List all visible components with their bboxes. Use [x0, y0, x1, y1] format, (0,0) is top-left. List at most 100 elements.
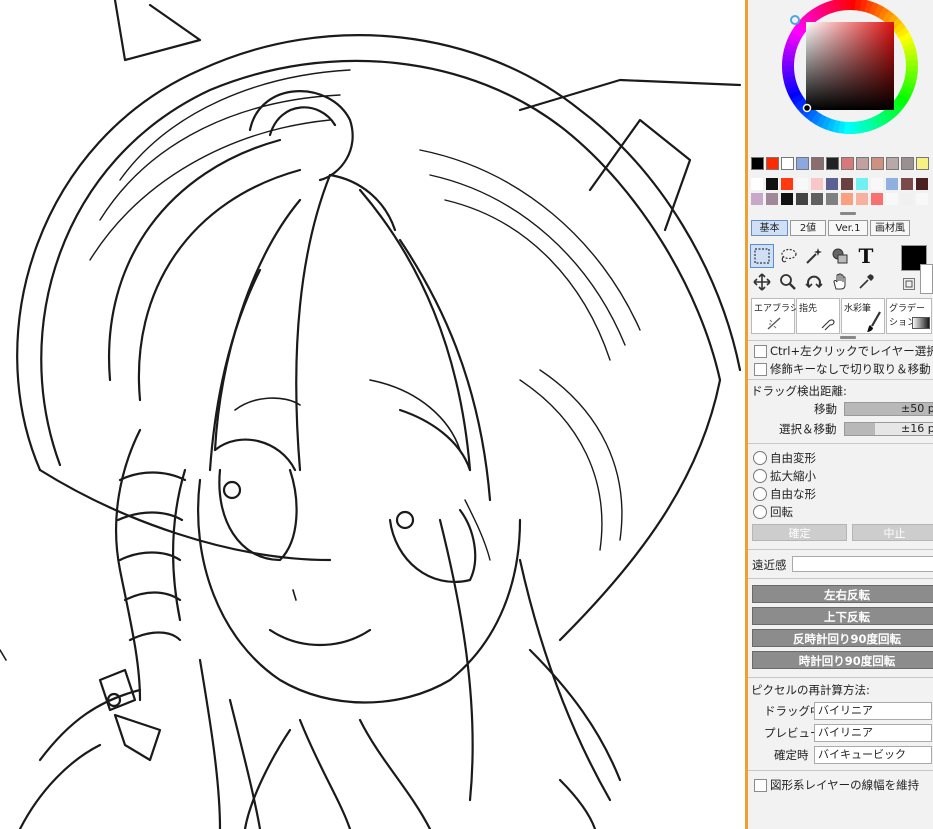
cancel-button[interactable]: 中止	[852, 524, 933, 541]
palette-swatch[interactable]	[781, 178, 793, 190]
rotate-icon	[805, 275, 823, 289]
palette-swatch[interactable]	[856, 178, 868, 190]
cut-move-checkbox[interactable]	[754, 363, 767, 376]
gradient-tool[interactable]: グラデー ション	[886, 298, 932, 334]
select-move-distance-slider[interactable]: ±16 px	[844, 422, 933, 436]
palette-swatch[interactable]	[871, 178, 883, 190]
text-icon: T	[858, 244, 874, 268]
airbrush-icon	[767, 317, 781, 330]
free-transform-radio[interactable]	[753, 451, 767, 465]
resample-title: ピクセルの再計算方法:	[751, 683, 870, 697]
palette-swatch[interactable]	[781, 157, 794, 170]
palette-swatch[interactable]	[916, 157, 929, 170]
hue-cursor[interactable]	[790, 15, 800, 25]
color-wheel[interactable]	[768, 0, 928, 150]
palette-swatch[interactable]	[751, 157, 764, 170]
rotate-tool[interactable]	[802, 270, 826, 294]
rotate-cw-90-button[interactable]: 時計回り90度回転	[752, 651, 933, 669]
rect-select-tool[interactable]	[750, 244, 774, 268]
flip-horizontal-button[interactable]: 左右反転	[752, 585, 933, 603]
lasso-select-icon	[781, 248, 797, 263]
palette-swatch[interactable]	[766, 157, 779, 170]
free-shape-radio[interactable]	[753, 487, 767, 501]
rect-select-icon	[754, 248, 770, 264]
palette-swatch[interactable]	[841, 157, 854, 170]
swap-colors-icon[interactable]	[903, 278, 915, 290]
resample-dragging-select[interactable]: バイリニア	[814, 702, 932, 720]
palette-swatch[interactable]	[886, 178, 898, 190]
tab-art-material[interactable]: 画材風	[870, 220, 910, 236]
palette-swatch[interactable]	[871, 193, 883, 205]
perspective-label: 遠近感	[752, 558, 787, 572]
color-palette[interactable]	[751, 157, 933, 211]
color-cursor[interactable]	[802, 103, 812, 113]
text-tool[interactable]: T	[854, 244, 878, 268]
palette-swatch[interactable]	[841, 178, 853, 190]
lasso-select-tool[interactable]	[776, 244, 800, 268]
hand-tool[interactable]	[828, 270, 852, 294]
palette-swatch[interactable]	[826, 157, 839, 170]
palette-swatch[interactable]	[796, 178, 808, 190]
palette-scroll-handle[interactable]	[840, 212, 856, 215]
resample-preview-select[interactable]: バイリニア	[814, 724, 932, 742]
rotate-label: 回転	[770, 505, 793, 519]
palette-swatch[interactable]	[826, 178, 838, 190]
gradient-icon	[912, 317, 930, 329]
palette-swatch[interactable]	[886, 193, 898, 205]
keep-line-width-label: 図形系レイヤーの線幅を維持	[770, 778, 920, 792]
finger-smudge-tool[interactable]: 指先	[796, 298, 840, 334]
palette-swatch[interactable]	[841, 193, 853, 205]
rotate-ccw-90-button[interactable]: 反時計回り90度回転	[752, 629, 933, 647]
hand-icon	[833, 273, 846, 290]
palette-swatch[interactable]	[811, 157, 824, 170]
airbrush-tool[interactable]: エアブラシ	[751, 298, 799, 334]
palette-swatch[interactable]	[781, 193, 793, 205]
resample-confirm-select[interactable]: バイキュービック	[814, 746, 932, 764]
palette-swatch[interactable]	[826, 193, 838, 205]
drag-detect-label: ドラッグ検出距離:	[751, 384, 847, 398]
eyedropper-tool[interactable]	[854, 270, 878, 294]
tab-binary[interactable]: 2値	[790, 220, 826, 236]
palette-swatch[interactable]	[886, 157, 899, 170]
magic-wand-tool[interactable]	[802, 244, 826, 268]
ctrl-click-select-layer-checkbox[interactable]	[754, 345, 767, 358]
move-distance-slider[interactable]: ±50 px	[844, 402, 933, 416]
brush-scroll-handle[interactable]	[840, 336, 856, 339]
palette-swatch[interactable]	[856, 193, 868, 205]
watercolor-brush-icon	[867, 311, 881, 332]
rotate-radio[interactable]	[753, 505, 767, 519]
palette-swatch[interactable]	[796, 157, 809, 170]
move-tool[interactable]	[750, 270, 774, 294]
palette-swatch[interactable]	[856, 157, 869, 170]
keep-line-width-checkbox[interactable]	[754, 779, 767, 792]
tab-ver1[interactable]: Ver.1	[828, 220, 868, 236]
zoom-tool[interactable]	[776, 270, 800, 294]
palette-swatch[interactable]	[751, 178, 763, 190]
drawing-canvas[interactable]	[0, 0, 745, 829]
fill-bucket-tool[interactable]	[828, 244, 852, 268]
palette-swatch[interactable]	[766, 193, 778, 205]
palette-swatch[interactable]	[901, 157, 914, 170]
palette-swatch[interactable]	[811, 178, 823, 190]
scale-radio[interactable]	[753, 469, 767, 483]
palette-swatch[interactable]	[901, 178, 913, 190]
palette-swatch[interactable]	[916, 178, 928, 190]
watercolor-brush-tool[interactable]: 水彩筆	[841, 298, 885, 334]
palette-swatch[interactable]	[766, 178, 778, 190]
move-distance-label: 移動	[814, 402, 837, 416]
tab-basic[interactable]: 基本	[751, 220, 788, 236]
palette-swatch[interactable]	[871, 157, 884, 170]
confirm-button[interactable]: 確定	[752, 524, 847, 541]
palette-swatch[interactable]	[751, 193, 763, 205]
magic-wand-icon	[806, 248, 822, 264]
palette-swatch[interactable]	[901, 193, 913, 205]
palette-swatch[interactable]	[796, 193, 808, 205]
line-art-illustration	[0, 0, 742, 829]
cut-move-label: 修飾キーなしで切り取り＆移動	[770, 362, 931, 376]
flip-vertical-button[interactable]: 上下反転	[752, 607, 933, 625]
palette-swatch[interactable]	[811, 193, 823, 205]
perspective-slider[interactable]	[792, 556, 933, 572]
palette-swatch[interactable]	[916, 193, 928, 205]
secondary-color-swatch[interactable]	[920, 264, 933, 294]
resample-dragging-label: ドラッグ中	[764, 704, 822, 718]
